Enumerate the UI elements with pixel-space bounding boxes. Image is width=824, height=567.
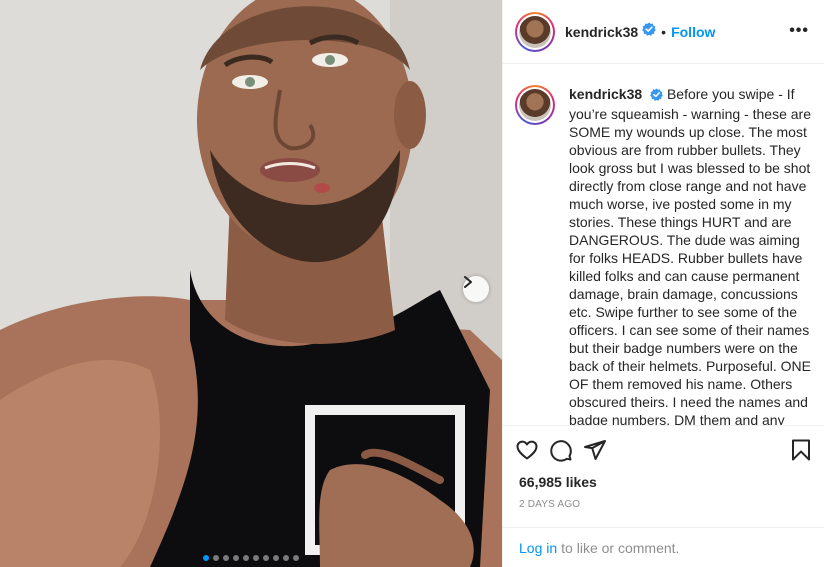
verified-badge-icon xyxy=(642,22,657,41)
comment-button[interactable] xyxy=(549,436,583,464)
comment-icon xyxy=(550,439,572,462)
profile-photo xyxy=(519,89,551,121)
caption-avatar[interactable] xyxy=(515,85,555,125)
avatar[interactable] xyxy=(515,11,555,52)
carousel-dot xyxy=(203,555,209,561)
caption-username[interactable]: kendrick38 xyxy=(569,86,642,102)
action-bar xyxy=(503,425,824,473)
header-separator: • xyxy=(661,23,667,40)
like-button[interactable] xyxy=(515,436,549,464)
post-timestamp[interactable]: 2 DAYS AGO xyxy=(519,499,580,510)
login-prompt-text: to like or comment. xyxy=(561,539,680,556)
next-slide-button[interactable] xyxy=(463,276,489,302)
carousel-dot xyxy=(273,555,279,561)
carousel-indicator xyxy=(0,555,502,561)
post-photo xyxy=(0,0,502,567)
carousel-dot xyxy=(213,555,219,561)
profile-photo xyxy=(519,15,551,48)
caption-text: Before you swipe - If you’re squeamish -… xyxy=(569,86,812,425)
login-link[interactable]: Log in xyxy=(519,540,557,556)
paper-plane-icon xyxy=(584,439,606,460)
save-button[interactable] xyxy=(779,436,813,464)
share-button[interactable] xyxy=(583,436,617,464)
carousel-dot xyxy=(263,555,269,561)
carousel-dot xyxy=(283,555,289,561)
bookmark-icon xyxy=(792,439,810,460)
likes-count[interactable]: 66,985 likes xyxy=(519,474,597,490)
follow-button[interactable]: Follow xyxy=(671,24,715,40)
heart-icon xyxy=(516,440,538,459)
post-header: kendrick38 • Follow ••• xyxy=(503,0,824,64)
post-caption: kendrick38 Before you swipe - If you’re … xyxy=(569,85,811,425)
photo-illustration xyxy=(0,0,502,567)
carousel-dot xyxy=(253,555,259,561)
carousel-dot xyxy=(223,555,229,561)
post-details-panel: kendrick38 • Follow ••• kendrick38 Befor… xyxy=(502,0,824,567)
carousel-dot xyxy=(293,555,299,561)
comments-section[interactable]: kendrick38 Before you swipe - If you’re … xyxy=(503,65,824,425)
login-prompt: Log in to like or comment. xyxy=(503,527,824,567)
more-options-icon[interactable]: ••• xyxy=(789,22,809,40)
verified-badge-icon xyxy=(650,87,663,105)
header-username[interactable]: kendrick38 xyxy=(565,24,638,40)
carousel-dot xyxy=(233,555,239,561)
chevron-right-icon xyxy=(464,276,472,288)
carousel-dot xyxy=(243,555,249,561)
